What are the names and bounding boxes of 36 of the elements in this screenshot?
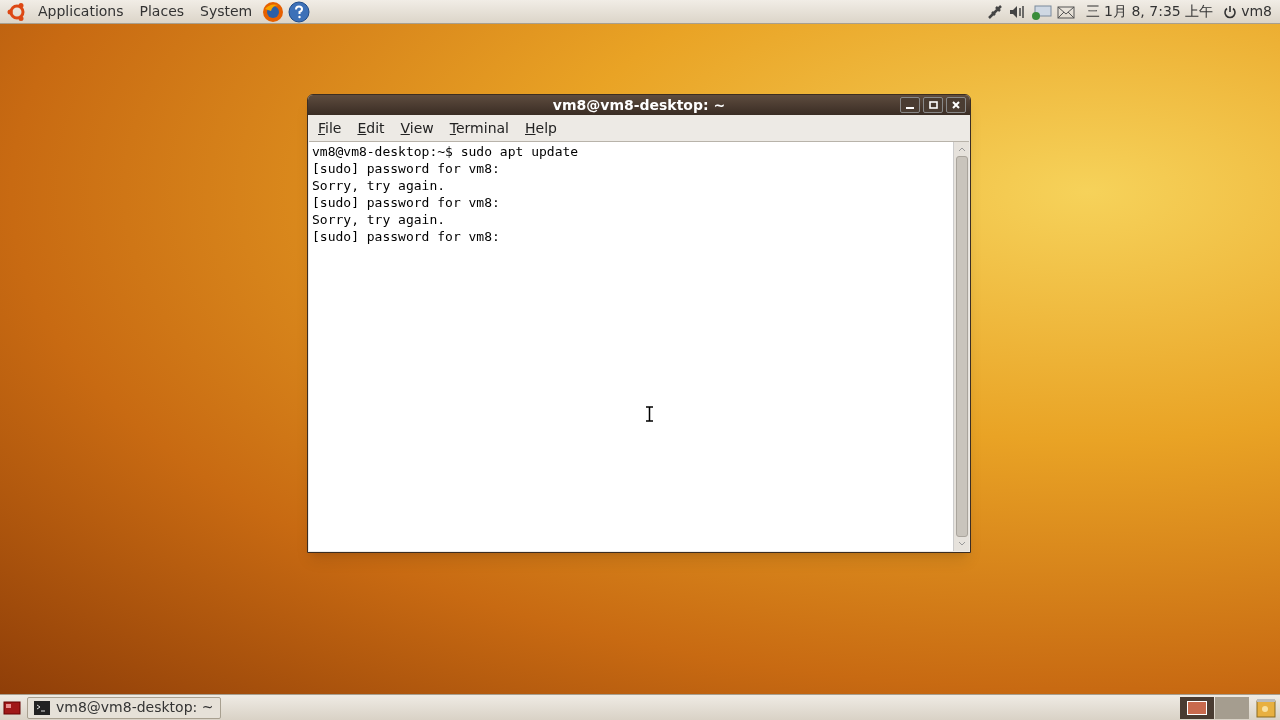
scroll-thumb[interactable] bbox=[955, 156, 968, 537]
close-icon bbox=[952, 101, 960, 109]
trash-icon[interactable] bbox=[1255, 696, 1277, 719]
window-thumbnail bbox=[1187, 700, 1207, 715]
menu-item[interactable]: Terminal bbox=[443, 117, 515, 139]
browser-icon[interactable] bbox=[262, 0, 285, 23]
menu-item[interactable]: Edit bbox=[351, 117, 391, 139]
window-title: vm8@vm8-desktop: ~ bbox=[552, 95, 726, 115]
menu-item[interactable]: Help bbox=[519, 117, 563, 139]
menu-item[interactable]: View bbox=[394, 117, 440, 139]
terminal-line: Sorry, try again. bbox=[312, 211, 446, 228]
menu-item[interactable]: File bbox=[312, 117, 348, 139]
minimize-button[interactable] bbox=[900, 97, 920, 113]
close-button[interactable] bbox=[946, 97, 966, 113]
show-desktop-icon[interactable] bbox=[3, 699, 21, 716]
terminal-line: Sorry, try again. bbox=[312, 177, 446, 194]
terminal-line: [sudo] password for vm8: bbox=[312, 228, 500, 245]
power-icon[interactable] bbox=[1223, 4, 1238, 19]
panel-menu[interactable]: Applications bbox=[32, 1, 130, 22]
workspace[interactable] bbox=[1180, 696, 1214, 719]
taskbar-button[interactable]: vm8@vm8-desktop: ~ bbox=[27, 696, 221, 719]
terminal-line: vm8@vm8-desktop:~$ sudo apt update bbox=[312, 143, 579, 160]
user-name[interactable]: vm8 bbox=[1241, 1, 1274, 22]
minimize-icon bbox=[906, 107, 914, 109]
terminal-line: [sudo] password for vm8: bbox=[312, 160, 500, 177]
panel-menu[interactable]: Places bbox=[133, 1, 191, 22]
text-cursor-icon bbox=[645, 406, 654, 422]
help-icon[interactable] bbox=[288, 0, 311, 23]
mail-icon[interactable] bbox=[1055, 3, 1076, 20]
terminal-line: [sudo] password for vm8: bbox=[312, 194, 500, 211]
panel-menu[interactable]: System bbox=[194, 1, 259, 22]
terminal-icon bbox=[34, 700, 50, 715]
clock[interactable]: 三 1月 8, 7:35 上午 bbox=[1079, 1, 1220, 22]
maximize-button[interactable] bbox=[923, 97, 943, 113]
maximize-icon bbox=[928, 101, 938, 109]
scrollbar[interactable] bbox=[953, 142, 969, 551]
